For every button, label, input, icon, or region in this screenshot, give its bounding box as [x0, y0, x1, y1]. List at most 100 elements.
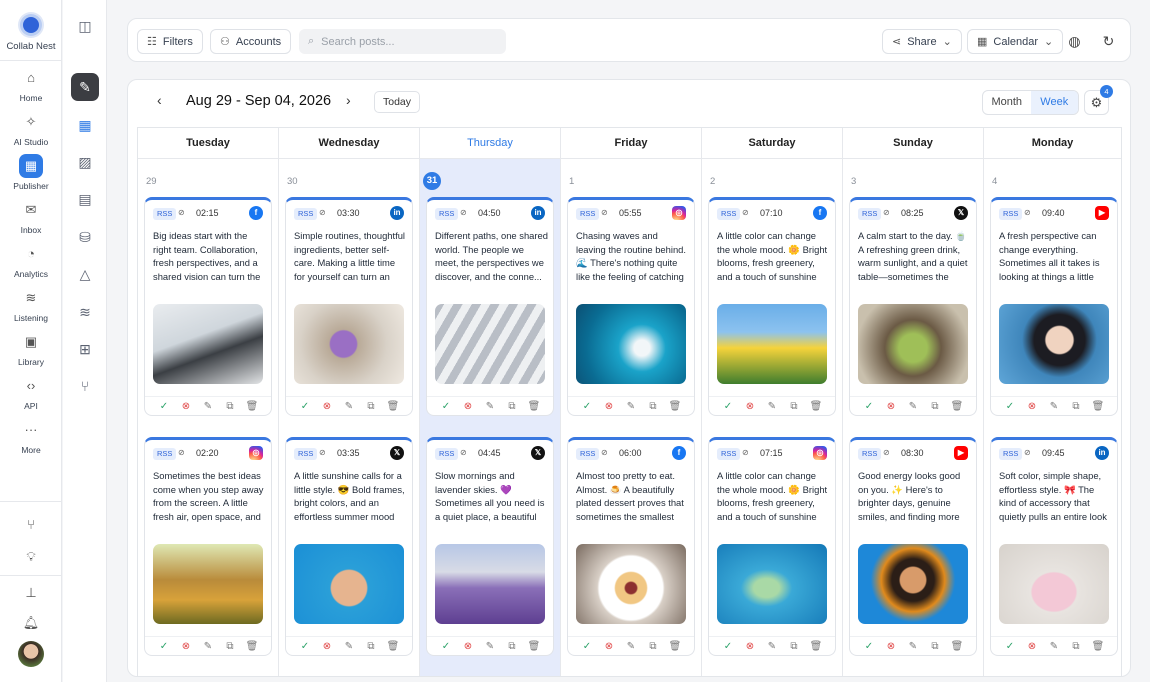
copy-icon[interactable]: ⧉: [364, 401, 378, 415]
post-card[interactable]: RSS ⊘ 04:45 𝕏 Slow mornings and lavender ski…: [426, 437, 554, 656]
post-card[interactable]: RSS ⊘ 07:15 ◎ A little color can change the …: [708, 437, 836, 656]
approve-icon[interactable]: ✓: [721, 401, 735, 415]
approve-icon[interactable]: ✓: [298, 641, 312, 655]
post-card[interactable]: RSS ⊘ 02:20 ◎ Sometimes the best ideas come …: [144, 437, 272, 656]
approve-icon[interactable]: ✓: [1003, 641, 1017, 655]
next-week-icon[interactable]: ›: [346, 92, 351, 108]
serum-bottle-photo[interactable]: [294, 304, 404, 384]
brand-logo[interactable]: [18, 12, 44, 38]
pink-handbag-photo[interactable]: [999, 544, 1109, 624]
crosswalk-people-photo[interactable]: [435, 304, 545, 384]
trash-icon[interactable]: 🗑︎: [809, 641, 823, 655]
nav-item-ai-studio[interactable]: ✧ AI Studio: [0, 110, 62, 147]
copy-icon[interactable]: ⧉: [646, 641, 660, 655]
lightbulb-icon[interactable]: 💡︎: [19, 546, 43, 568]
approve-icon[interactable]: ✓: [862, 641, 876, 655]
user-avatar[interactable]: [18, 641, 44, 667]
workflow-icon[interactable]: ⑂: [71, 372, 99, 400]
copy-icon[interactable]: ⧉: [1069, 641, 1083, 655]
copy-icon[interactable]: ⧉: [1069, 401, 1083, 415]
filters-button[interactable]: ☷ Filters: [137, 29, 203, 54]
copy-icon[interactable]: ⧉: [787, 401, 801, 415]
reject-icon[interactable]: ⊗: [602, 401, 616, 415]
branch-icon[interactable]: ⑂: [19, 514, 43, 536]
edit-icon[interactable]: ✎: [1047, 401, 1061, 415]
trash-icon[interactable]: 🗑︎: [1091, 641, 1105, 655]
prev-week-icon[interactable]: ‹: [157, 92, 162, 108]
surfer-wave-photo[interactable]: [576, 304, 686, 384]
edit-icon[interactable]: ✎: [201, 641, 215, 655]
week-view-button[interactable]: Week: [1030, 91, 1078, 114]
edit-icon[interactable]: ✎: [342, 641, 356, 655]
copy-icon[interactable]: ⧉: [223, 401, 237, 415]
reject-icon[interactable]: ⊗: [1025, 401, 1039, 415]
post-card[interactable]: RSS ⊘ 07:10 f A little color can change the …: [708, 197, 836, 416]
post-card[interactable]: RSS ⊘ 09:40 ▶ A fresh perspective can change…: [990, 197, 1118, 416]
accounts-button[interactable]: ⚇ Accounts: [210, 29, 292, 54]
edit-icon[interactable]: ✎: [765, 641, 779, 655]
yellow-flowers-photo[interactable]: [717, 304, 827, 384]
nav-item-publisher[interactable]: ▦ Publisher: [0, 154, 62, 191]
trash-icon[interactable]: 🗑︎: [527, 401, 541, 415]
trash-icon[interactable]: 🗑︎: [527, 641, 541, 655]
trash-icon[interactable]: 🗑︎: [245, 401, 259, 415]
matcha-drink-photo[interactable]: [858, 304, 968, 384]
reject-icon[interactable]: ⊗: [461, 641, 475, 655]
post-card[interactable]: RSS ⊘ 05:55 ◎ Chasing waves and leaving the …: [567, 197, 695, 416]
edit-icon[interactable]: ✎: [483, 641, 497, 655]
database-icon[interactable]: ⛁: [71, 223, 99, 251]
trash-icon[interactable]: 🗑︎: [809, 401, 823, 415]
copy-icon[interactable]: ⧉: [928, 401, 942, 415]
bell-icon[interactable]: 🔔︎: [19, 612, 43, 634]
reject-icon[interactable]: ⊗: [884, 641, 898, 655]
copy-icon[interactable]: ⧉: [223, 641, 237, 655]
share-button[interactable]: ⋖ Share ⌄: [882, 29, 962, 54]
globe-icon[interactable]: ◍: [1062, 29, 1087, 54]
nav-item-library[interactable]: ▣ Library: [0, 330, 62, 367]
woman-sunglasses-photo[interactable]: [294, 544, 404, 624]
trash-icon[interactable]: 🗑︎: [245, 641, 259, 655]
trash-icon[interactable]: 🗑︎: [386, 401, 400, 415]
edit-icon[interactable]: ✎: [483, 401, 497, 415]
reject-icon[interactable]: ⊗: [884, 401, 898, 415]
reject-icon[interactable]: ⊗: [743, 641, 757, 655]
edit-icon[interactable]: ✎: [342, 401, 356, 415]
post-card[interactable]: RSS ⊘ 02:15 f Big ideas start with the right…: [144, 197, 272, 416]
copy-icon[interactable]: ⧉: [505, 401, 519, 415]
approve-icon[interactable]: ✓: [580, 401, 594, 415]
nav-item-more[interactable]: ··· More: [0, 418, 62, 455]
trash-icon[interactable]: 🗑︎: [668, 641, 682, 655]
edit-icon[interactable]: ✎: [765, 401, 779, 415]
approve-icon[interactable]: ✓: [1003, 401, 1017, 415]
copy-icon[interactable]: ⧉: [364, 641, 378, 655]
approve-icon[interactable]: ✓: [298, 401, 312, 415]
nav-item-inbox[interactable]: ✉ Inbox: [0, 198, 62, 235]
tube-in-water-photo[interactable]: [717, 544, 827, 624]
reject-icon[interactable]: ⊗: [320, 401, 334, 415]
plated-dessert-photo[interactable]: [576, 544, 686, 624]
collapse-sidebar-icon[interactable]: ◫: [71, 12, 99, 40]
edit-icon[interactable]: ✎: [1047, 641, 1061, 655]
reject-icon[interactable]: ⊗: [179, 641, 193, 655]
store-icon[interactable]: ▤: [71, 185, 99, 213]
calendar-view-icon[interactable]: ▦: [71, 111, 99, 139]
post-card[interactable]: RSS ⊘ 08:30 ▶ Good energy looks good on you.…: [849, 437, 977, 656]
reject-icon[interactable]: ⊗: [461, 401, 475, 415]
copy-icon[interactable]: ⧉: [505, 641, 519, 655]
month-view-button[interactable]: Month: [983, 91, 1031, 114]
edit-icon[interactable]: ✎: [906, 401, 920, 415]
nav-item-listening[interactable]: ≋ Listening: [0, 286, 62, 323]
copy-icon[interactable]: ⧉: [928, 641, 942, 655]
woman-in-flower-field-photo[interactable]: [153, 544, 263, 624]
edit-icon[interactable]: ✎: [624, 641, 638, 655]
edit-icon[interactable]: ✎: [906, 641, 920, 655]
lavender-field-photo[interactable]: [435, 544, 545, 624]
team-meeting-photo[interactable]: [153, 304, 263, 384]
refresh-icon[interactable]: ↻: [1096, 29, 1121, 54]
trash-icon[interactable]: 🗑︎: [950, 401, 964, 415]
search-input[interactable]: ⌕ Search posts...: [299, 29, 506, 54]
reject-icon[interactable]: ⊗: [602, 641, 616, 655]
copy-icon[interactable]: ⧉: [646, 401, 660, 415]
smiling-woman-photo[interactable]: [858, 544, 968, 624]
approve-icon[interactable]: ✓: [439, 401, 453, 415]
